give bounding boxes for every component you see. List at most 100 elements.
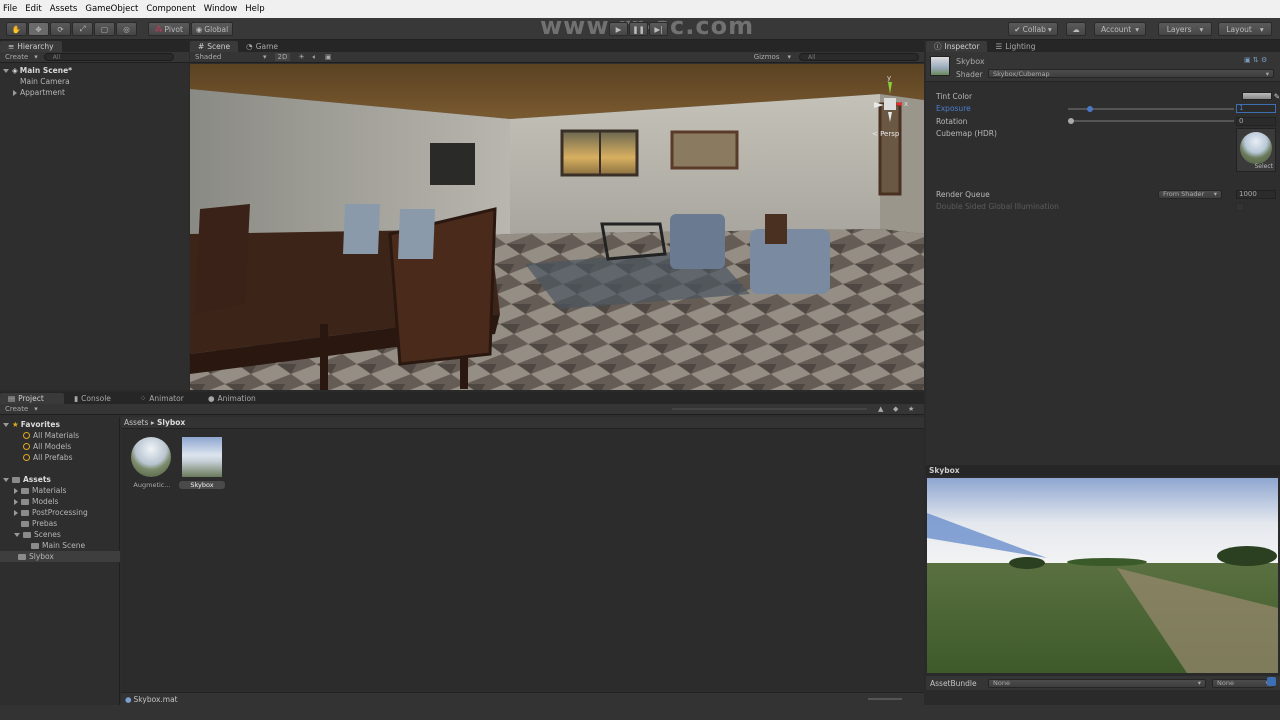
transform-tool-button[interactable]: ◎	[116, 22, 137, 36]
project-tree: ★ Favorites All Materials All Models All …	[0, 417, 120, 705]
expand-icon	[3, 477, 9, 482]
asset-tile-augmetic[interactable]: Augmetic...	[131, 437, 173, 489]
filter-type-icon[interactable]: ▲	[878, 405, 883, 413]
menu-gameobject[interactable]: GameObject	[85, 4, 138, 14]
tint-color-swatch[interactable]	[1242, 92, 1272, 101]
asset-folder-materials[interactable]: Materials	[3, 485, 116, 496]
filter-label-icon[interactable]: ◆	[893, 405, 898, 413]
global-toggle[interactable]: ◉ Global	[191, 22, 233, 36]
menu-component[interactable]: Component	[146, 4, 195, 14]
thumbnail-size-slider[interactable]	[868, 698, 902, 700]
step-button[interactable]: ▶|	[649, 22, 668, 36]
tab-project[interactable]: ▤ Project	[0, 393, 64, 404]
asset-folder-models[interactable]: Models	[3, 496, 116, 507]
shading-dropdown[interactable]: Shaded	[195, 53, 255, 61]
tab-scene[interactable]: # Scene	[190, 41, 239, 52]
cubemap-label: Cubemap (HDR)	[936, 129, 997, 139]
asset-folder-scenes[interactable]: Scenes	[3, 529, 116, 540]
breadcrumb-assets[interactable]: Assets	[124, 418, 148, 427]
asset-folder-prebas[interactable]: Prebas	[3, 518, 116, 529]
collab-dropdown[interactable]: ✔ Collab ▾	[1008, 22, 1058, 36]
hierarchy-item-main-camera[interactable]: Main Camera	[3, 76, 186, 87]
tab-animation[interactable]: ● Animation	[200, 393, 266, 404]
favorites-folder[interactable]: ★ Favorites	[3, 419, 116, 430]
menu-edit[interactable]: Edit	[25, 4, 41, 14]
effects-toggle-icon[interactable]: ▣	[325, 53, 332, 61]
tab-animator[interactable]: ⁘ Animator	[132, 393, 198, 404]
menu-file[interactable]: File	[3, 4, 17, 14]
account-label: Account	[1100, 24, 1132, 34]
scene-root[interactable]: ◈ Main Scene*	[3, 65, 186, 76]
menu-help[interactable]: Help	[245, 4, 264, 14]
assets-folder[interactable]: Assets	[3, 474, 116, 485]
search-icon	[23, 443, 30, 450]
menu-assets[interactable]: Assets	[50, 4, 78, 14]
render-queue-mode-dropdown[interactable]: From Shader ▾	[1158, 189, 1222, 199]
cubemap-slot[interactable]: Select	[1236, 128, 1276, 172]
toggle-2d-button[interactable]: 2D	[274, 53, 291, 61]
skybox-preview-image[interactable]	[927, 478, 1278, 673]
assetbundle-variant-dropdown[interactable]: None▾	[1212, 678, 1274, 688]
render-queue-field[interactable]: 1000	[1236, 189, 1276, 199]
project-search-input[interactable]	[672, 408, 867, 410]
double-sided-gi-checkbox[interactable]	[1236, 202, 1244, 211]
asset-tile-skybox[interactable]: Skybox	[179, 437, 225, 489]
pause-button[interactable]: ❚❚	[629, 22, 648, 36]
rotate-tool-button[interactable]: ⟳	[50, 22, 71, 36]
tab-console[interactable]: ▮ Console	[66, 393, 130, 404]
tag-icon[interactable]	[1267, 677, 1276, 686]
help-icon[interactable]: ▣	[1244, 56, 1251, 64]
move-tool-button[interactable]: ✥	[28, 22, 49, 36]
cloud-button[interactable]: ☁	[1066, 22, 1086, 36]
favorites-item-all-materials[interactable]: All Materials	[3, 430, 116, 441]
favorite-star-icon[interactable]: ★	[908, 405, 914, 413]
shader-dropdown[interactable]: Skybox/Cubemap ▾	[988, 69, 1274, 78]
scene-search-input[interactable]: All	[799, 53, 919, 61]
project-content: Assets ▸ Slybox Augmetic... Skybox	[121, 417, 924, 705]
tab-game-label: Game	[255, 42, 279, 51]
hierarchy-search-input[interactable]: All	[43, 53, 174, 61]
preset-icon[interactable]: ⇅	[1253, 56, 1259, 64]
scale-tool-button[interactable]: ⤢	[72, 22, 93, 36]
layers-dropdown[interactable]: Layers ▾	[1158, 22, 1212, 36]
asset-folder-postprocessing[interactable]: PostProcessing	[3, 507, 116, 518]
gizmos-dropdown[interactable]: Gizmos	[754, 53, 780, 61]
asset-folder-slybox[interactable]: Slybox	[0, 551, 120, 562]
tab-hierarchy[interactable]: ≡ Hierarchy	[0, 41, 62, 52]
tab-lighting[interactable]: ☰ Lighting	[987, 41, 1043, 52]
hand-tool-button[interactable]: ✋	[6, 22, 27, 36]
scene-panel: # Scene ◔ Game Shaded ▾ 2D ☀ 🔈︎ ▣ Gizmos ▾…	[190, 40, 924, 390]
rotation-slider-thumb[interactable]	[1068, 118, 1074, 125]
rotation-field[interactable]: 0	[1236, 116, 1276, 126]
gear-icon[interactable]: ⚙	[1261, 56, 1267, 64]
pivot-toggle[interactable]: ⁂ Pivot	[148, 22, 190, 36]
audio-toggle-icon[interactable]: 🔈︎	[313, 53, 317, 62]
tab-inspector[interactable]: ⓘ Inspector	[926, 41, 988, 52]
scene-viewport[interactable]: y x < Persp	[190, 64, 924, 390]
favorites-item-all-prefabs[interactable]: All Prefabs	[3, 452, 116, 463]
menu-window[interactable]: Window	[204, 4, 238, 14]
eyedropper-icon[interactable]: ✎	[1274, 92, 1280, 101]
rect-tool-button[interactable]: ▢	[94, 22, 115, 36]
rotation-slider-track[interactable]	[1068, 120, 1234, 123]
project-create-button[interactable]: Create	[5, 405, 28, 413]
layout-dropdown[interactable]: Layout ▾	[1218, 22, 1272, 36]
orientation-gizmo[interactable]: y x	[866, 72, 916, 132]
favorites-item-all-models[interactable]: All Models	[3, 441, 116, 452]
render-queue-row: Render Queue From Shader ▾ 1000	[936, 188, 1276, 201]
collapse-icon	[13, 89, 17, 96]
assetbundle-dropdown[interactable]: None ▾	[988, 678, 1206, 688]
hierarchy-item-appartment[interactable]: Appartment	[3, 87, 186, 98]
hierarchy-create-button[interactable]: Create	[5, 53, 28, 61]
account-dropdown[interactable]: Account ▾	[1094, 22, 1146, 36]
persp-label[interactable]: < Persp	[872, 130, 899, 138]
exposure-field[interactable]: 1	[1236, 104, 1276, 114]
exposure-slider-thumb[interactable]	[1087, 105, 1093, 112]
light-toggle-icon[interactable]: ☀	[298, 53, 304, 61]
play-button[interactable]: ▶	[609, 22, 628, 36]
cubemap-select-button[interactable]: Select	[1254, 163, 1273, 170]
asset-folder-label: Prebas	[32, 519, 58, 528]
tab-game[interactable]: ◔ Game	[238, 41, 286, 52]
hand-icon: ✋	[11, 24, 22, 34]
asset-folder-main-scene[interactable]: Main Scene	[3, 540, 116, 551]
